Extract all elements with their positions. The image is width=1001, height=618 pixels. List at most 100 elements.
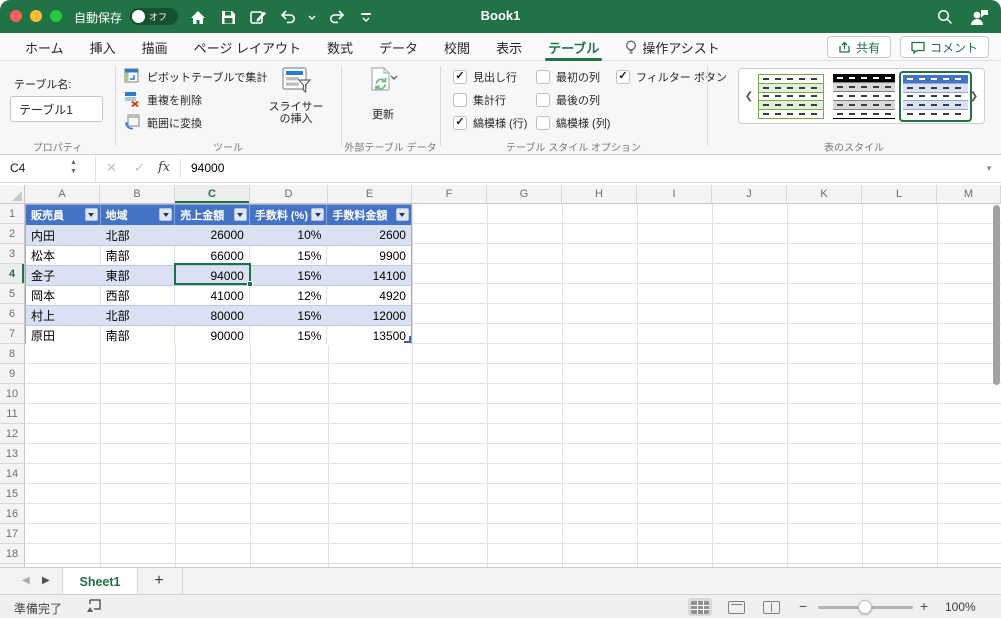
table-cell[interactable]: 15% (250, 326, 328, 345)
remove-duplicates-button[interactable]: 重複を削除 (124, 91, 202, 108)
table-style-blue-selected[interactable] (899, 71, 972, 122)
normal-view-button[interactable] (688, 598, 712, 616)
convert-to-range-button[interactable]: 範囲に変換 (124, 113, 202, 131)
row-header-9[interactable]: 9 (0, 364, 25, 384)
checkbox-checked-icon[interactable]: ✓ (453, 69, 467, 84)
table-cell[interactable]: 南部 (101, 246, 176, 265)
table-cell[interactable]: 14100 (327, 266, 411, 285)
checkbox-unchecked-icon[interactable] (536, 115, 550, 130)
refresh-button[interactable]: 更新 (352, 67, 414, 122)
table-cell[interactable]: 15% (250, 266, 328, 285)
zoom-slider-thumb[interactable] (858, 600, 872, 614)
sheet-tab-Sheet1[interactable]: Sheet1 (62, 568, 138, 595)
tab-table[interactable]: テーブル (535, 33, 612, 61)
column-header-J[interactable]: J (712, 185, 787, 204)
table-cell[interactable]: 内田 (26, 225, 101, 245)
table-cell[interactable]: 80000 (175, 306, 250, 325)
table-cell[interactable]: 10% (250, 225, 328, 245)
filter-dropdown-icon[interactable] (233, 208, 247, 221)
column-header-K[interactable]: K (787, 185, 862, 204)
column-header-C[interactable]: C (175, 185, 250, 204)
checkbox-unchecked-icon[interactable] (453, 92, 467, 107)
tab-view[interactable]: 表示 (483, 33, 535, 61)
checkbox-option[interactable]: ✓ 見出し行 (453, 69, 517, 84)
row-header-16[interactable]: 16 (0, 504, 25, 524)
table-cell[interactable]: 村上 (26, 306, 101, 325)
column-header-E[interactable]: E (328, 185, 412, 204)
table-cell[interactable]: 12000 (327, 306, 411, 325)
vertical-scrollbar[interactable] (993, 205, 1000, 385)
column-header-G[interactable]: G (487, 185, 562, 204)
search-icon[interactable] (935, 6, 955, 28)
column-header-I[interactable]: I (637, 185, 712, 204)
row-header-17[interactable]: 17 (0, 524, 25, 544)
row-header-4[interactable]: 4 (0, 264, 25, 284)
table-cell[interactable]: 15% (250, 246, 328, 265)
checkbox-checked-icon[interactable]: ✓ (453, 115, 467, 130)
tab-insert[interactable]: 挿入 (77, 33, 129, 61)
name-box[interactable]: C4 ▲ ▼ (0, 155, 96, 182)
filter-dropdown-icon[interactable] (84, 208, 98, 221)
row-header-1[interactable]: 1 (0, 204, 25, 224)
checkbox-unchecked-icon[interactable] (536, 69, 550, 84)
comment-button[interactable]: コメント (899, 36, 989, 58)
zoom-level[interactable]: 100% (945, 600, 976, 614)
tab-formulas[interactable]: 数式 (314, 33, 366, 61)
page-layout-view-button[interactable] (724, 598, 748, 616)
filter-dropdown-icon[interactable] (395, 208, 409, 221)
row-header-7[interactable]: 7 (0, 324, 25, 344)
table-cell[interactable]: 北部 (101, 306, 176, 325)
table-cell[interactable]: 金子 (26, 266, 101, 285)
macro-record-icon[interactable] (86, 599, 102, 618)
table-resize-handle[interactable] (404, 336, 411, 343)
table-cell[interactable]: 26000 (175, 225, 250, 245)
table-cell[interactable]: 2600 (327, 225, 411, 245)
table-style-black[interactable] (833, 74, 895, 119)
select-all-corner[interactable] (0, 185, 25, 204)
prev-sheet-icon[interactable]: ◀ (22, 575, 30, 586)
tab-draw[interactable]: 描画 (129, 33, 181, 61)
table-cell[interactable]: 4920 (327, 286, 411, 305)
table-cell[interactable]: 15% (250, 306, 328, 325)
row-header-2[interactable]: 2 (0, 224, 25, 244)
row-header-3[interactable]: 3 (0, 244, 25, 264)
cancel-icon[interactable]: ✕ (106, 160, 117, 176)
formula-bar-expand-icon[interactable]: ▼ (985, 164, 993, 173)
share-user-icon[interactable] (969, 6, 989, 28)
tab-assist[interactable]: 操作アシスト (612, 33, 732, 61)
row-header-6[interactable]: 6 (0, 304, 25, 324)
table-cell[interactable]: 東部 (101, 266, 176, 285)
checkbox-option[interactable]: 最初の列 (536, 69, 600, 84)
row-header-11[interactable]: 11 (0, 404, 25, 424)
table-name-input[interactable]: テーブル1 (10, 96, 103, 122)
page-break-view-button[interactable] (759, 598, 783, 616)
table-cell[interactable]: 原田 (26, 326, 101, 345)
tab-review[interactable]: 校閲 (431, 33, 483, 61)
checkbox-option[interactable]: ✓ フィルター ボタン (616, 69, 727, 84)
checkbox-unchecked-icon[interactable] (536, 92, 550, 107)
checkbox-checked-icon[interactable]: ✓ (616, 69, 630, 84)
table-cell[interactable]: 岡本 (26, 286, 101, 305)
gallery-prev-icon[interactable]: ❮ (741, 69, 757, 123)
summarize-with-pivottable-button[interactable]: ピボットテーブルで集計 (124, 67, 267, 85)
column-header-A[interactable]: A (25, 185, 100, 204)
column-header-L[interactable]: L (862, 185, 937, 204)
row-header-13[interactable]: 13 (0, 444, 25, 464)
checkbox-option[interactable]: 集計行 (453, 92, 506, 107)
table-cell[interactable]: 12% (250, 286, 328, 305)
tab-data[interactable]: データ (366, 33, 431, 61)
table-cell[interactable]: 41000 (175, 286, 250, 305)
insert-slicer-button[interactable]: スライサーの挿入 (264, 67, 328, 125)
tab-home[interactable]: ホーム (12, 33, 77, 61)
share-button[interactable]: 共有 (826, 36, 891, 58)
column-header-H[interactable]: H (562, 185, 637, 204)
table-cell[interactable]: 94000 (175, 266, 250, 285)
table-cell[interactable]: 松本 (26, 246, 101, 265)
filter-dropdown-icon[interactable] (311, 208, 325, 221)
column-header-D[interactable]: D (250, 185, 328, 204)
formula-input[interactable]: 94000 (191, 161, 224, 175)
add-sheet-button[interactable]: + (148, 570, 170, 592)
table-cell[interactable]: 北部 (101, 225, 176, 245)
table-cell[interactable]: 南部 (101, 326, 176, 345)
name-box-stepper[interactable]: ▲ ▼ (70, 159, 77, 176)
